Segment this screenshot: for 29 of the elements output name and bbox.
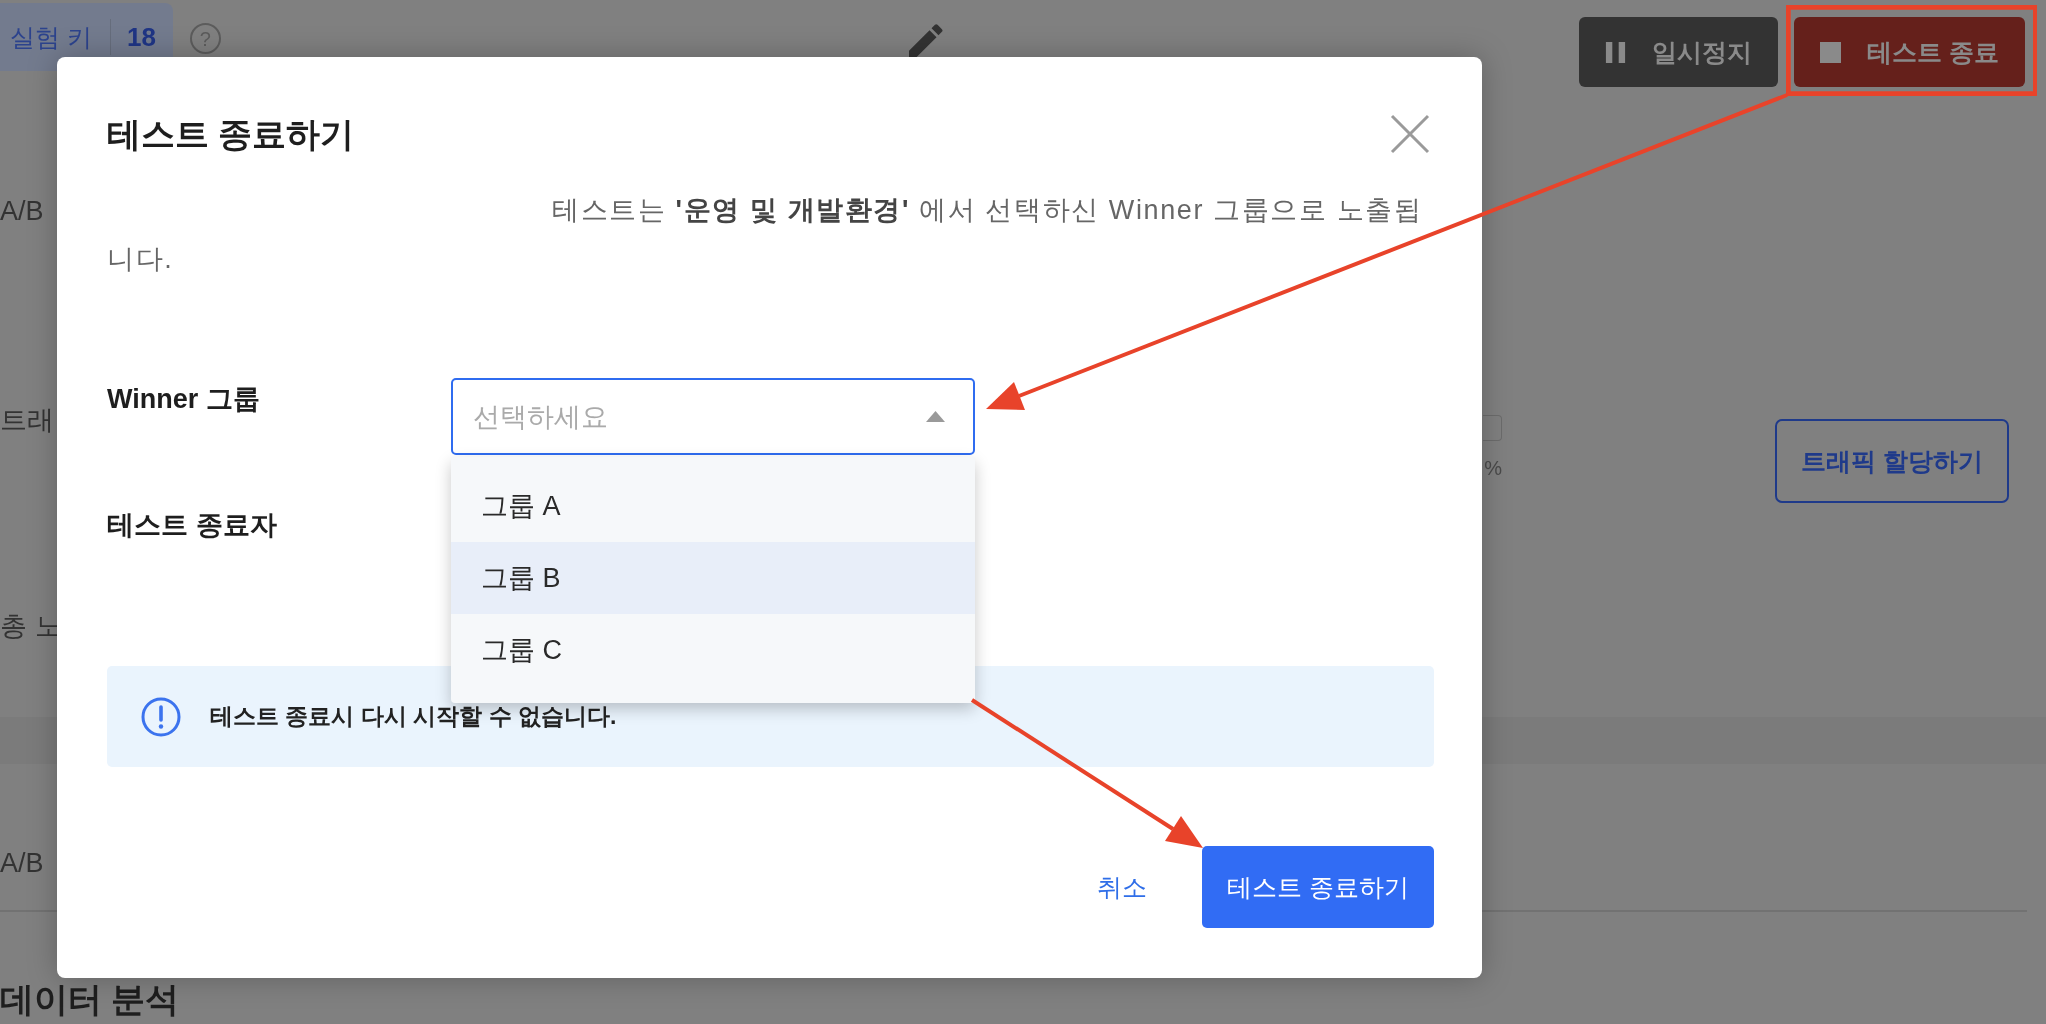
dropdown-option[interactable]: 그룹 C: [451, 614, 975, 686]
section-heading: 데이터 분석: [0, 979, 181, 1019]
close-icon: [1390, 114, 1430, 154]
pause-icon: [1605, 41, 1627, 63]
experiment-key-value: 18: [126, 22, 156, 52]
stop-button[interactable]: 테스트 종료: [1794, 17, 2025, 87]
dialog-title: 테스트 종료하기: [107, 114, 355, 155]
section-label: A/B: [0, 848, 45, 878]
pencil-icon[interactable]: [908, 24, 943, 58]
caret-up-icon: [926, 411, 945, 422]
confirm-button[interactable]: 테스트 종료하기: [1202, 846, 1434, 928]
close-button[interactable]: [1390, 114, 1430, 154]
experiment-key-label: 실험 키: [10, 22, 92, 52]
select-field[interactable]: 선택하세요: [451, 378, 975, 455]
stop-icon: [1820, 41, 1842, 63]
row-label: 트래: [0, 405, 54, 435]
input-field[interactable]: [1483, 415, 1502, 441]
notice-text: 테스트 종료시 다시 시작할 수 없습니다.: [210, 702, 617, 731]
row-label: A/B: [0, 196, 44, 226]
field-label: 테스트 종료자: [107, 509, 278, 542]
dropdown-option[interactable]: 그룹 B: [451, 542, 975, 614]
dropdown-option[interactable]: 그룹 A: [451, 470, 975, 542]
percent-unit: %: [1484, 456, 1502, 480]
pause-button[interactable]: 일시정지: [1579, 17, 1779, 87]
info-icon: [141, 696, 181, 737]
field-label: Winner 그룹: [107, 383, 261, 416]
dialog-description: 테스트는 '운영 및 개발환경' 에서 선택하신 Winner 그룹으로 노출됩니다.: [107, 194, 1424, 276]
traffic-allocate-button[interactable]: 트래픽 할당하기: [1775, 419, 2009, 503]
cancel-button[interactable]: 취소: [1097, 870, 1147, 904]
